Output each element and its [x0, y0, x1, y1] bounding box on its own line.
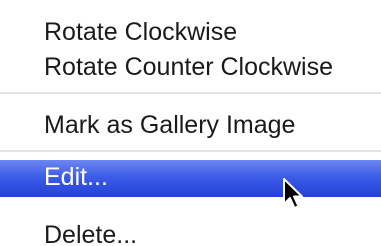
menu-separator — [0, 92, 381, 94]
menu-item-mark-as-gallery-image[interactable]: Mark as Gallery Image — [0, 108, 381, 142]
menu-separator — [0, 150, 381, 152]
arrow-pointer-icon — [283, 178, 303, 209]
menu-item-rotate-clockwise[interactable]: Rotate Clockwise — [0, 15, 381, 49]
menu-item-delete[interactable]: Delete... — [0, 218, 381, 246]
menu-item-edit[interactable]: Edit... — [0, 160, 381, 197]
context-menu: Rotate Clockwise Rotate Counter Clockwis… — [0, 0, 381, 246]
menu-item-rotate-counter-clockwise[interactable]: Rotate Counter Clockwise — [0, 50, 381, 84]
